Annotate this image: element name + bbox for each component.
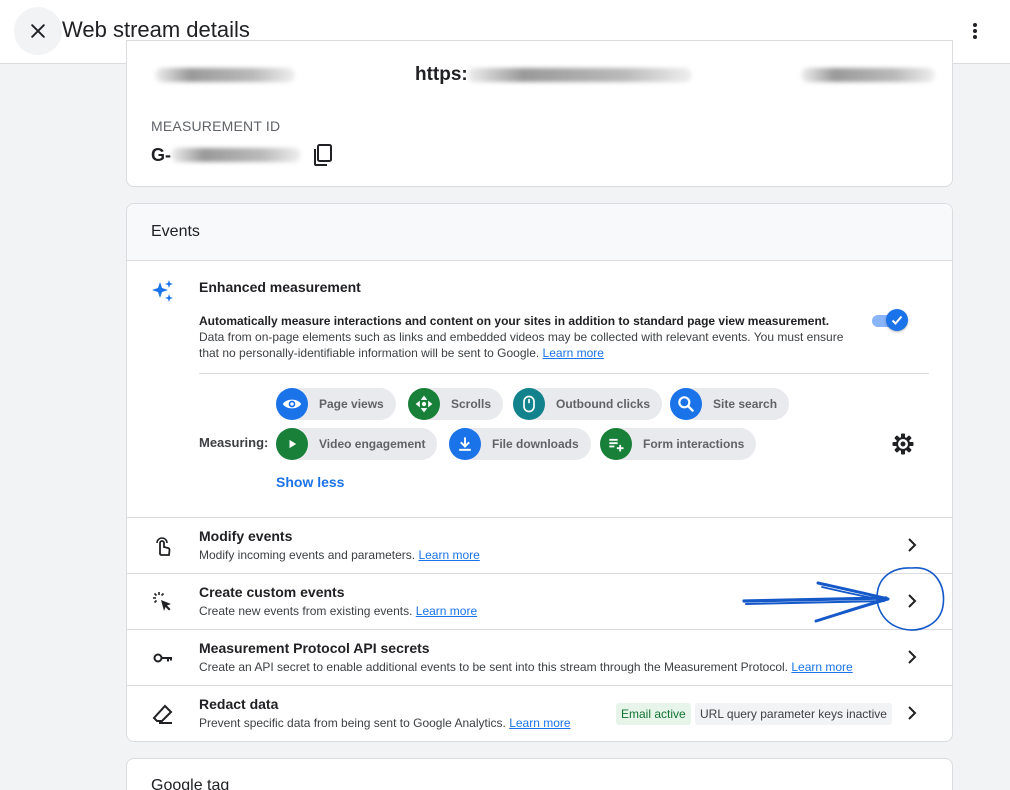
mouse-icon [513, 388, 545, 420]
divider [199, 373, 929, 374]
enhanced-measurement-desc-rest: Data from on-page elements such as links… [199, 330, 844, 360]
row-description-text: Modify incoming events and parameters. [199, 548, 416, 562]
eye-icon [276, 388, 308, 420]
chevron-right-icon[interactable] [903, 592, 921, 615]
redacted-stream-name [155, 68, 295, 82]
touch-icon [151, 534, 175, 563]
row-description: Prevent specific data from being sent to… [199, 716, 571, 730]
cursor-click-icon [151, 590, 175, 619]
row-description-text: Create new events from existing events. [199, 604, 413, 618]
modify-events-learn-more-link[interactable]: Learn more [418, 548, 479, 562]
show-less-link[interactable]: Show less [276, 474, 344, 490]
enhanced-measurement-learn-more-link[interactable]: Learn more [543, 346, 604, 360]
chip-outbound-clicks[interactable]: Outbound clicks [513, 388, 663, 420]
chip-label: Site search [713, 397, 778, 411]
events-title: Events [151, 223, 200, 240]
redact-data-learn-more-link[interactable]: Learn more [509, 716, 570, 730]
key-icon [151, 646, 175, 675]
enhanced-measurement-title: Enhanced measurement [199, 279, 361, 295]
row-description: Create an API secret to enable additiona… [199, 660, 853, 674]
stream-details-card: https: MEASUREMENT ID G- [126, 40, 953, 187]
chip-site-search[interactable]: Site search [670, 388, 790, 420]
email-active-badge: Email active [616, 703, 691, 725]
close-icon [31, 24, 45, 38]
measuring-label: Measuring: [199, 435, 269, 450]
eraser-icon [151, 702, 175, 731]
enhanced-measurement-toggle[interactable] [872, 308, 910, 332]
enhanced-measurement-desc-bold: Automatically measure interactions and c… [199, 314, 830, 328]
measurement-protocol-row[interactable]: Measurement Protocol API secrets Create … [127, 629, 952, 685]
redacted-stream-id [801, 68, 935, 82]
chevron-right-icon[interactable] [903, 648, 921, 671]
url-query-inactive-badge: URL query parameter keys inactive [695, 703, 892, 725]
row-description: Create new events from existing events. … [199, 604, 477, 618]
measurement-id-value: G- [151, 145, 171, 165]
google-tag-title: Google tag [151, 777, 230, 790]
more-options-button[interactable] [962, 18, 988, 44]
chip-file-downloads[interactable]: File downloads [449, 428, 591, 460]
create-custom-events-learn-more-link[interactable]: Learn more [416, 604, 477, 618]
row-title: Redact data [199, 696, 279, 712]
toggle-thumb [886, 309, 908, 331]
download-icon [449, 428, 481, 460]
close-button[interactable] [14, 7, 62, 55]
enhanced-measurement-description: Automatically measure interactions and c… [199, 313, 849, 361]
redacted-stream-url [467, 68, 692, 82]
measurement-id-label: MEASUREMENT ID [151, 118, 281, 134]
gear-icon [892, 433, 914, 455]
events-card: Events Enhanced measurement Automaticall… [126, 203, 953, 742]
events-header: Events [127, 204, 952, 261]
chip-scrolls[interactable]: Scrolls [408, 388, 504, 420]
chip-label: File downloads [492, 437, 579, 451]
copy-icon [314, 144, 332, 166]
modify-events-row[interactable]: Modify events Modify incoming events and… [127, 517, 952, 573]
chip-page-views[interactable]: Page views [276, 388, 396, 420]
chip-label: Outbound clicks [556, 397, 651, 411]
sparkle-icon [151, 279, 175, 308]
chevron-right-icon[interactable] [903, 536, 921, 559]
copy-button[interactable] [312, 143, 334, 172]
stream-url-prefix: https: [415, 64, 468, 85]
google-tag-card: Google tag [126, 758, 953, 790]
measurement-protocol-learn-more-link[interactable]: Learn more [791, 660, 852, 674]
search-icon [670, 388, 702, 420]
playlist-add-icon [600, 428, 632, 460]
stream-url: https: [415, 64, 468, 86]
row-title: Create custom events [199, 584, 345, 600]
chip-label: Video engagement [319, 437, 426, 451]
more-vert-icon [973, 23, 977, 39]
check-icon [891, 315, 903, 325]
chip-label: Page views [319, 397, 384, 411]
chevron-right-icon[interactable] [903, 704, 921, 727]
chip-label: Scrolls [451, 397, 492, 411]
chip-form-interactions[interactable]: Form interactions [600, 428, 757, 460]
chip-video-engagement[interactable]: Video engagement [276, 428, 438, 460]
create-custom-events-row[interactable]: Create custom events Create new events f… [127, 573, 952, 629]
redacted-measurement-id [171, 148, 301, 162]
scroll-arrows-icon [408, 388, 440, 420]
row-description-text: Prevent specific data from being sent to… [199, 716, 506, 730]
enhanced-measurement-settings-button[interactable] [891, 432, 915, 461]
chip-label: Form interactions [643, 437, 745, 451]
play-icon [276, 428, 308, 460]
row-description: Modify incoming events and parameters. L… [199, 548, 480, 562]
redact-data-row[interactable]: Redact data Prevent specific data from b… [127, 685, 952, 741]
row-description-text: Create an API secret to enable additiona… [199, 660, 789, 674]
row-title: Modify events [199, 528, 293, 544]
row-title: Measurement Protocol API secrets [199, 640, 430, 656]
